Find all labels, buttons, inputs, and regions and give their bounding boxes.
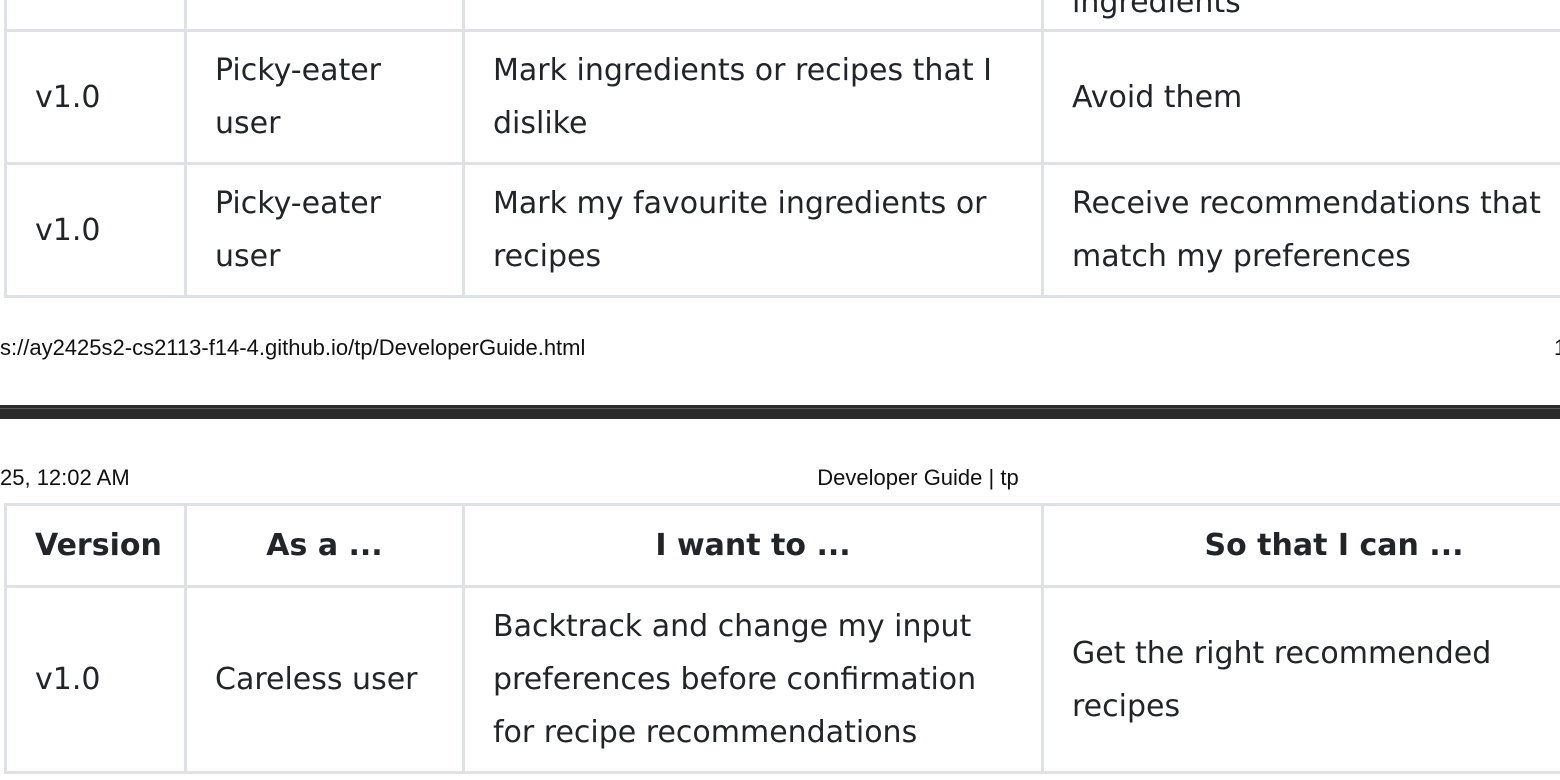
- as-a-cell: Picky-eater user: [184, 29, 465, 165]
- print-page-2: 25, 12:02 AM Developer Guide | tp Versio…: [0, 419, 1560, 780]
- column-header-version: Version: [4, 503, 187, 588]
- table-row: v1.0 Careless user Backtrack and change …: [4, 585, 1560, 774]
- version-cell: [4, 0, 187, 32]
- i-want-to-cell: Mark ingredients or recipes that I disli…: [462, 29, 1044, 165]
- print-footer-page-number: 1: [1554, 335, 1560, 361]
- column-header-so-that: So that I can ...: [1041, 503, 1560, 588]
- as-a-cell: Picky-eater user: [184, 162, 465, 298]
- version-cell: v1.0: [4, 162, 187, 298]
- i-want-to-cell: Backtrack and change my input preference…: [462, 585, 1044, 774]
- so-that-cell: ingredients: [1041, 0, 1560, 32]
- table-row: v1.0 Picky-eater user Mark my favourite …: [4, 162, 1560, 298]
- so-that-cell: Get the right recommended recipes: [1041, 585, 1560, 774]
- user-stories-table: Version As a ... I want to ... So that I…: [4, 503, 1560, 774]
- as-a-cell: Careless user: [184, 585, 465, 774]
- version-cell: v1.0: [4, 29, 187, 165]
- i-want-to-cell: Mark my favourite ingredients or recipes: [462, 162, 1044, 298]
- table-header-row: Version As a ... I want to ... So that I…: [4, 503, 1560, 588]
- cell-text: ingredients: [1072, 0, 1241, 20]
- table-row: ingredients: [4, 0, 1560, 32]
- so-that-cell: Avoid them: [1041, 29, 1560, 165]
- as-a-cell: [184, 0, 465, 32]
- so-that-cell: Receive recommendations that match my pr…: [1041, 162, 1560, 298]
- print-page-1: ingredients v1.0 Picky-eater user Mark i…: [0, 0, 1560, 405]
- print-header-title: Developer Guide | tp: [817, 465, 1019, 490]
- i-want-to-cell: [462, 0, 1044, 32]
- column-header-as-a: As a ...: [184, 503, 465, 588]
- version-cell: v1.0: [4, 585, 187, 774]
- print-footer-url: s://ay2425s2-cs2113-f14-4.github.io/tp/D…: [0, 335, 586, 360]
- column-header-i-want-to: I want to ...: [462, 503, 1044, 588]
- table-row: v1.0 Picky-eater user Mark ingredients o…: [4, 29, 1560, 165]
- user-stories-table: ingredients v1.0 Picky-eater user Mark i…: [4, 0, 1560, 298]
- page-separator: [0, 405, 1560, 419]
